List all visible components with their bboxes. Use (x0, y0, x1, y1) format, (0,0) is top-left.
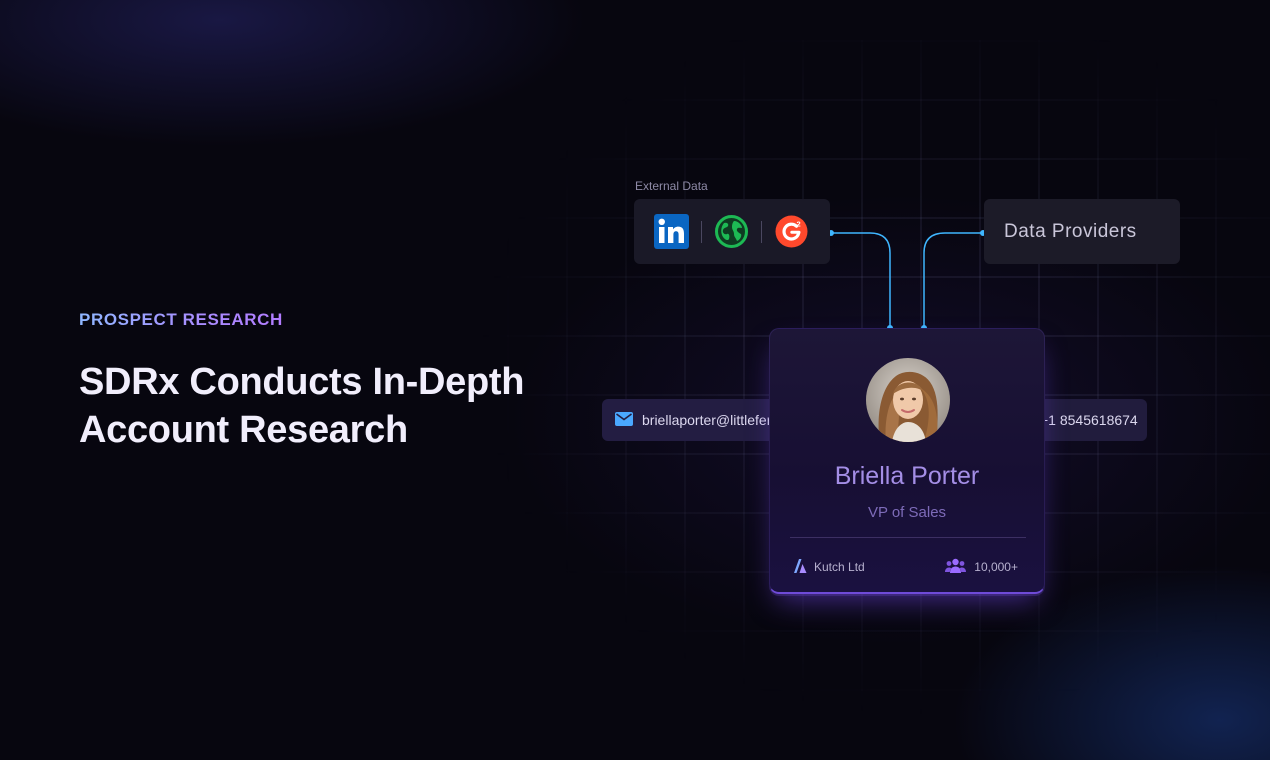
headline-line-1: SDRx Conducts In-Depth (79, 361, 525, 403)
source-divider (701, 220, 702, 243)
avatar (866, 358, 950, 442)
prospect-title: VP of Sales (867, 504, 947, 521)
card-divider (790, 537, 1026, 538)
company-name: Kutch Ltd (814, 560, 865, 574)
external-data-label: External Data (635, 179, 708, 193)
mail-icon (615, 411, 633, 429)
external-data-sources: 2 (634, 199, 830, 264)
employee-count: 10,000+ (945, 558, 1018, 576)
linkedin-icon[interactable] (654, 214, 689, 249)
headline-line-2: Account Research (79, 409, 408, 451)
data-providers-label: Data Providers (1004, 220, 1137, 242)
hero-banner: PROSPECT RESEARCH SDRx Conducts In-Depth… (0, 0, 1270, 760)
globe-icon[interactable] (714, 214, 749, 249)
g2-icon[interactable]: 2 (774, 214, 809, 249)
prospect-card[interactable]: Briella Porter VP of Sales Kutch Ltd 10,… (769, 328, 1045, 594)
section-eyebrow: PROSPECT RESEARCH (79, 310, 283, 329)
data-providers-box[interactable]: Data Providers (984, 199, 1180, 264)
source-divider (761, 220, 762, 243)
company-logo-icon (793, 558, 808, 576)
people-icon (945, 558, 967, 576)
prospect-name: Briella Porter (834, 462, 980, 490)
phone-number: +1 8545618674 (1040, 412, 1138, 428)
employee-count-value: 10,000+ (974, 560, 1018, 574)
page-title: SDRx Conducts In-Depth Account Research (79, 358, 579, 454)
svg-text:2: 2 (797, 220, 801, 229)
company-info: Kutch Ltd (793, 558, 865, 576)
